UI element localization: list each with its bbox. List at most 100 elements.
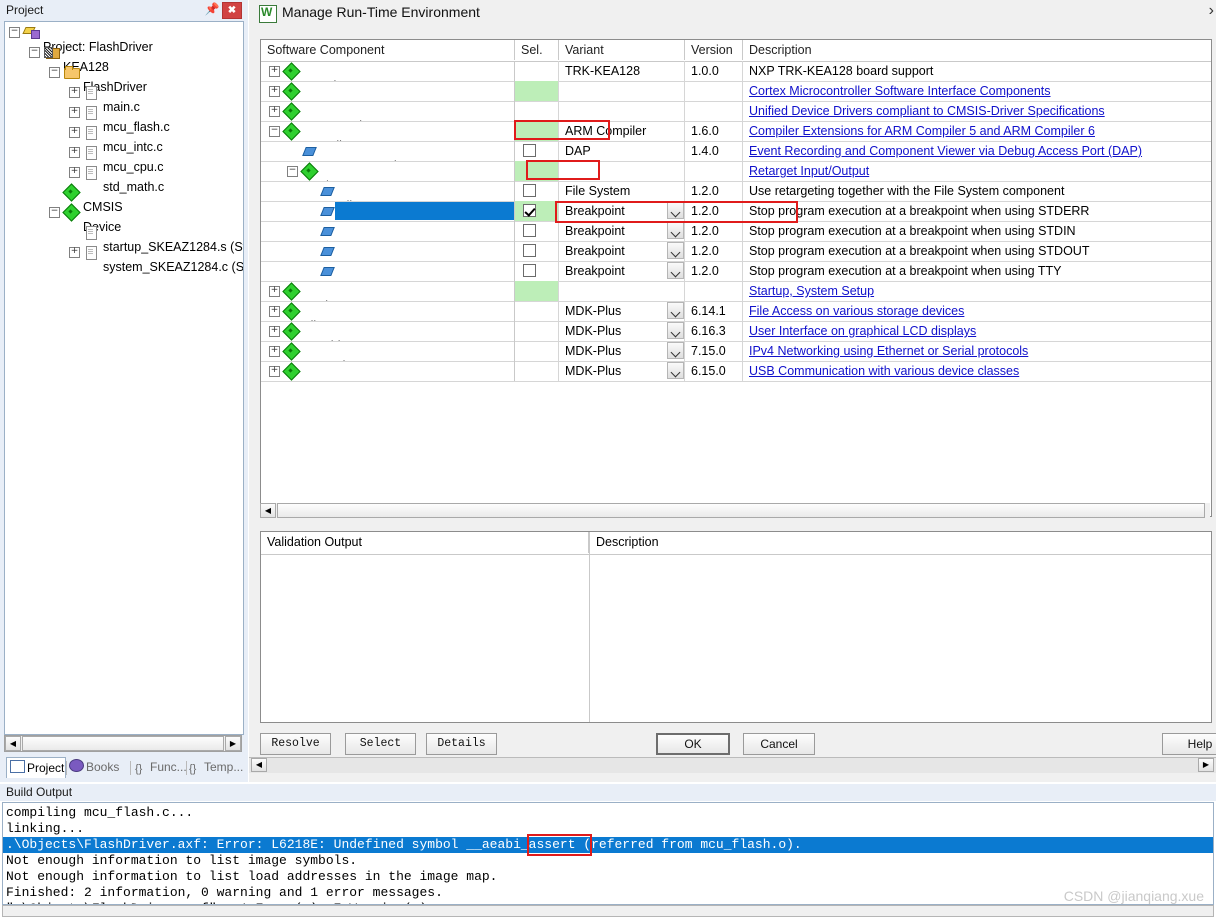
expand-toggle-icon[interactable]: + bbox=[69, 107, 80, 118]
select-cell[interactable] bbox=[515, 161, 559, 181]
scroll-right-arrow-icon[interactable]: ▶ bbox=[1198, 758, 1214, 772]
description-link[interactable]: User Interface on graphical LCD displays bbox=[749, 324, 976, 338]
variant-cell[interactable]: MDK-Plus bbox=[559, 301, 685, 321]
ok-button[interactable]: OK bbox=[656, 733, 730, 755]
component-name-cell[interactable]: +Network bbox=[261, 341, 515, 361]
component-name-cell[interactable]: STDIN bbox=[261, 221, 515, 241]
component-select-checkbox[interactable] bbox=[523, 144, 536, 157]
expand-toggle-icon[interactable]: + bbox=[269, 106, 280, 117]
expand-toggle-icon[interactable]: + bbox=[69, 87, 80, 98]
component-name-cell[interactable]: +Device bbox=[261, 281, 515, 301]
select-cell[interactable] bbox=[515, 301, 559, 321]
table-row[interactable]: + USB MDK-Plus 6.15.0 USB Communication with… bbox=[261, 361, 1211, 382]
select-cell[interactable] bbox=[515, 321, 559, 341]
component-name-cell[interactable]: −I/O bbox=[261, 161, 515, 181]
select-cell[interactable] bbox=[515, 61, 559, 81]
component-name-cell[interactable]: TTY bbox=[261, 261, 515, 281]
scroll-left-arrow-icon[interactable]: ◀ bbox=[260, 503, 276, 518]
chevron-down-icon[interactable] bbox=[667, 362, 684, 379]
component-name-cell[interactable]: File bbox=[261, 181, 515, 201]
scrollbar-thumb[interactable] bbox=[22, 736, 224, 751]
table-row[interactable]: +File System MDK-Plus 6.14.1 File Access on… bbox=[261, 301, 1211, 322]
select-cell[interactable] bbox=[515, 281, 559, 301]
description-link[interactable]: Event Recording and Component Viewer via… bbox=[749, 144, 1142, 158]
expand-toggle-icon[interactable]: + bbox=[69, 127, 80, 138]
resolve-button[interactable]: Resolve bbox=[260, 733, 331, 755]
software-component-table[interactable]: Software Component Sel. Variant Version Desc… bbox=[260, 39, 1212, 517]
collapse-toggle-icon[interactable]: − bbox=[49, 67, 60, 78]
chevron-down-icon[interactable] bbox=[667, 242, 684, 259]
column-header-version[interactable]: Version bbox=[685, 40, 743, 60]
tab-books[interactable]: Books bbox=[66, 757, 136, 778]
build-output-line[interactable]: Not enough information to list image sym… bbox=[6, 853, 357, 869]
scroll-right-arrow-icon[interactable]: ▶ bbox=[225, 736, 241, 751]
component-name-cell[interactable]: STDOUT bbox=[261, 241, 515, 261]
variant-cell[interactable]: MDK-Plus bbox=[559, 321, 685, 341]
project-tree[interactable]: − Project: FlashDriver − KEA128− FlashDriver… bbox=[4, 21, 244, 735]
project-tree-item[interactable]: + std_math.c bbox=[5, 162, 243, 194]
expand-toggle-icon[interactable]: + bbox=[269, 86, 280, 97]
description-link[interactable]: File Access on various storage devices bbox=[749, 304, 964, 318]
select-cell[interactable] bbox=[515, 361, 559, 381]
component-select-checkbox[interactable] bbox=[523, 244, 536, 257]
collapse-toggle-icon[interactable]: − bbox=[29, 47, 40, 58]
variant-cell[interactable]: ARM Compiler bbox=[559, 121, 685, 141]
collapse-toggle-icon[interactable]: − bbox=[287, 166, 298, 177]
close-icon[interactable]: ✖ bbox=[222, 2, 242, 19]
component-name-cell[interactable]: +File System bbox=[261, 301, 515, 321]
collapse-toggle-icon[interactable]: − bbox=[269, 126, 280, 137]
table-row[interactable]: +Board Support TRK-KEA128 1.0.0 NXP TRK-KEA… bbox=[261, 61, 1211, 82]
chevron-down-icon[interactable] bbox=[667, 202, 684, 219]
variant-cell[interactable]: Breakpoint bbox=[559, 241, 685, 261]
description-link[interactable]: IPv4 Networking using Ethernet or Serial… bbox=[749, 344, 1028, 358]
scrollbar-thumb[interactable] bbox=[277, 503, 1205, 518]
component-name-cell[interactable]: +CMSIS Driver bbox=[261, 101, 515, 121]
variant-cell[interactable]: TRK-KEA128 bbox=[559, 61, 685, 81]
table-row[interactable]: Event Recorder DAP 1.4.0 Event Recording an… bbox=[261, 141, 1211, 162]
variant-cell[interactable] bbox=[559, 281, 685, 301]
build-output-line[interactable]: compiling mcu_flash.c... bbox=[6, 805, 193, 821]
project-horizontal-scrollbar[interactable]: ◀ ▶ bbox=[4, 735, 242, 752]
chevron-down-icon[interactable] bbox=[667, 262, 684, 279]
project-tree-item[interactable]: − Device bbox=[5, 202, 243, 234]
variant-cell[interactable] bbox=[559, 101, 685, 121]
component-select-checkbox[interactable] bbox=[523, 264, 536, 277]
table-row[interactable]: STDOUT Breakpoint 1.2.0 Stop program execut… bbox=[261, 241, 1211, 262]
description-link[interactable]: Retarget Input/Output bbox=[749, 164, 869, 178]
project-tree-item[interactable]: startup_SKEAZ1284.s (Sta bbox=[5, 222, 243, 254]
tab-func[interactable]: {} Func... bbox=[132, 757, 192, 778]
help-button[interactable]: Help bbox=[1162, 733, 1216, 755]
table-row[interactable]: +Network MDK-Plus 7.15.0 IPv4 Networking us… bbox=[261, 341, 1211, 362]
table-row[interactable]: STDERR Breakpoint 1.2.0 Stop program execut… bbox=[261, 201, 1211, 222]
scroll-left-arrow-icon[interactable]: ◀ bbox=[5, 736, 21, 751]
table-row[interactable]: −I/O Retarget Input/Output bbox=[261, 161, 1211, 182]
description-link[interactable]: Compiler Extensions for ARM Compiler 5 a… bbox=[749, 124, 1095, 138]
select-cell[interactable] bbox=[515, 141, 559, 161]
project-tree-item[interactable]: − KEA128 bbox=[5, 42, 243, 74]
collapse-toggle-icon[interactable]: − bbox=[49, 207, 60, 218]
table-row[interactable]: +Graphics MDK-Plus 6.16.3 User Interface on… bbox=[261, 321, 1211, 342]
tab-project[interactable]: Project bbox=[6, 757, 66, 778]
table-row[interactable]: TTY Breakpoint 1.2.0 Stop program execution… bbox=[261, 261, 1211, 282]
build-output-line[interactable]: Finished: 2 information, 0 warning and 1… bbox=[6, 885, 443, 901]
project-tree-item[interactable]: + main.c bbox=[5, 82, 243, 114]
component-name-cell[interactable]: +Board Support bbox=[261, 61, 515, 81]
project-tree-item[interactable]: + mcu_cpu.c bbox=[5, 142, 243, 174]
select-cell[interactable] bbox=[515, 201, 559, 221]
expand-toggle-icon[interactable]: + bbox=[69, 247, 80, 258]
expand-toggle-icon[interactable]: + bbox=[69, 147, 80, 158]
project-tree-item[interactable]: + mcu_intc.c bbox=[5, 122, 243, 154]
column-header-software-component[interactable]: Software Component bbox=[261, 40, 515, 60]
chevron-down-icon[interactable] bbox=[667, 222, 684, 239]
select-cell[interactable] bbox=[515, 181, 559, 201]
build-output-scrollbar[interactable] bbox=[2, 905, 1214, 917]
build-output-line[interactable]: .\Objects\FlashDriver.axf: Error: L6218E… bbox=[3, 837, 1213, 853]
expand-toggle-icon[interactable]: + bbox=[69, 167, 80, 178]
variant-cell[interactable]: MDK-Plus bbox=[559, 341, 685, 361]
component-name-cell[interactable]: +CMSIS bbox=[261, 81, 515, 101]
table-row[interactable]: STDIN Breakpoint 1.2.0 Stop program executi… bbox=[261, 221, 1211, 242]
table-row[interactable]: −Compiler ARM Compiler 1.6.0 Compiler Exten… bbox=[261, 121, 1211, 142]
table-row[interactable]: +CMSIS Cortex Microcontroller Software In… bbox=[261, 81, 1211, 102]
expand-toggle-icon[interactable]: + bbox=[269, 326, 280, 337]
table-row[interactable]: +CMSIS Driver Unified Device Drivers comp… bbox=[261, 101, 1211, 122]
